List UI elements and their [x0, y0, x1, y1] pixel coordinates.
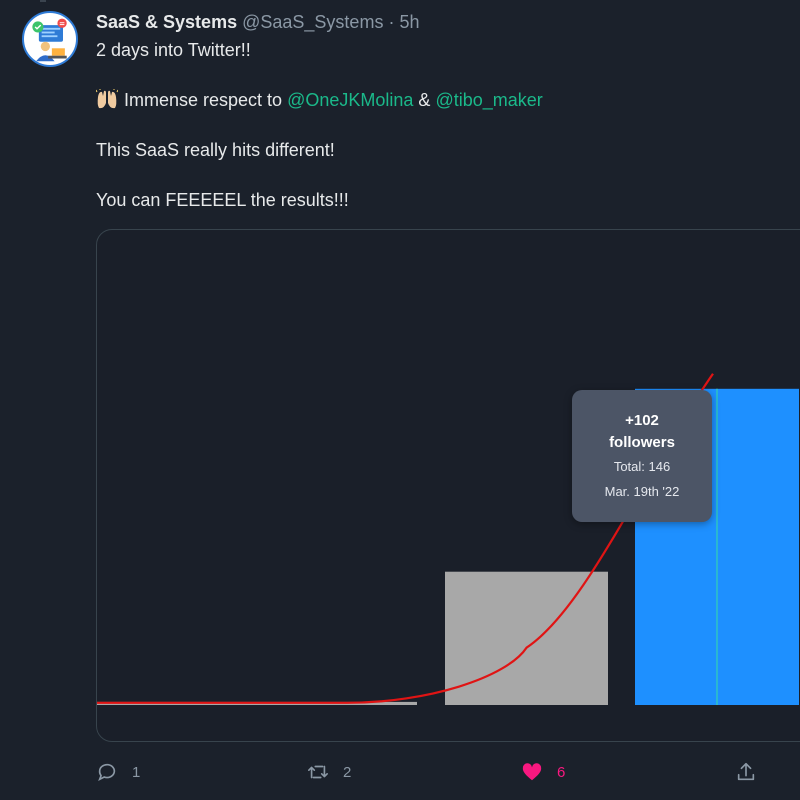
reply-icon — [98, 763, 116, 782]
tweet-actions: 1 2 6 — [0, 756, 800, 788]
reply-count: 1 — [132, 763, 141, 781]
line-prefix: Immense respect to — [124, 90, 283, 110]
tooltip-unit: followers — [609, 434, 675, 451]
avatar[interactable] — [22, 11, 78, 67]
thread-line — [40, 0, 46, 2]
share-icon — [737, 762, 755, 781]
tweet-line-3: This SaaS really hits different! — [96, 140, 335, 160]
tooltip-date: Mar. 19th '22 — [604, 484, 680, 499]
separator-dot: · — [388, 12, 395, 32]
chart-bar-2 — [445, 571, 608, 705]
tooltip-gain: +102 followers — [609, 412, 675, 451]
tweet-line-4: You can FEEEEEL the results!!! — [96, 190, 349, 210]
tweet-header: SaaS & Systems @SaaS_Systems · 5h — [96, 11, 420, 33]
ampersand: & — [418, 90, 431, 110]
tooltip-total: Total: 146 — [613, 459, 671, 474]
like-count: 6 — [557, 763, 566, 781]
like-button[interactable]: 6 — [521, 756, 565, 788]
author-name[interactable]: SaaS & Systems — [96, 12, 237, 32]
avatar-illustration-icon — [32, 18, 67, 62]
retweet-button[interactable]: 2 — [307, 756, 351, 788]
author-handle[interactable]: @SaaS_Systems — [242, 12, 383, 32]
heart-filled-icon — [522, 763, 542, 781]
retweet-count: 2 — [343, 763, 352, 781]
media-card[interactable]: +102 followers Total: 146 Mar. 19th '22 — [96, 229, 800, 742]
chart-tooltip: +102 followers Total: 146 Mar. 19th '22 — [572, 390, 712, 522]
tweet-line-1: 2 days into Twitter!! — [96, 40, 251, 60]
share-button[interactable] — [735, 756, 757, 788]
tweet-timestamp[interactable]: 5h — [399, 12, 419, 32]
tweet-line-2: Immense respect to @OneJKMolina & @tibo_… — [96, 88, 786, 113]
tweet-text: 2 days into Twitter!! Immense respect to… — [96, 38, 786, 213]
retweet-icon — [308, 765, 328, 779]
mention-onejkmolina[interactable]: @OneJKMolina — [287, 90, 413, 110]
raising-hands-emoji-icon — [96, 89, 118, 109]
mention-tibo-maker[interactable]: @tibo_maker — [435, 90, 542, 110]
reply-button[interactable]: 1 — [96, 756, 140, 788]
